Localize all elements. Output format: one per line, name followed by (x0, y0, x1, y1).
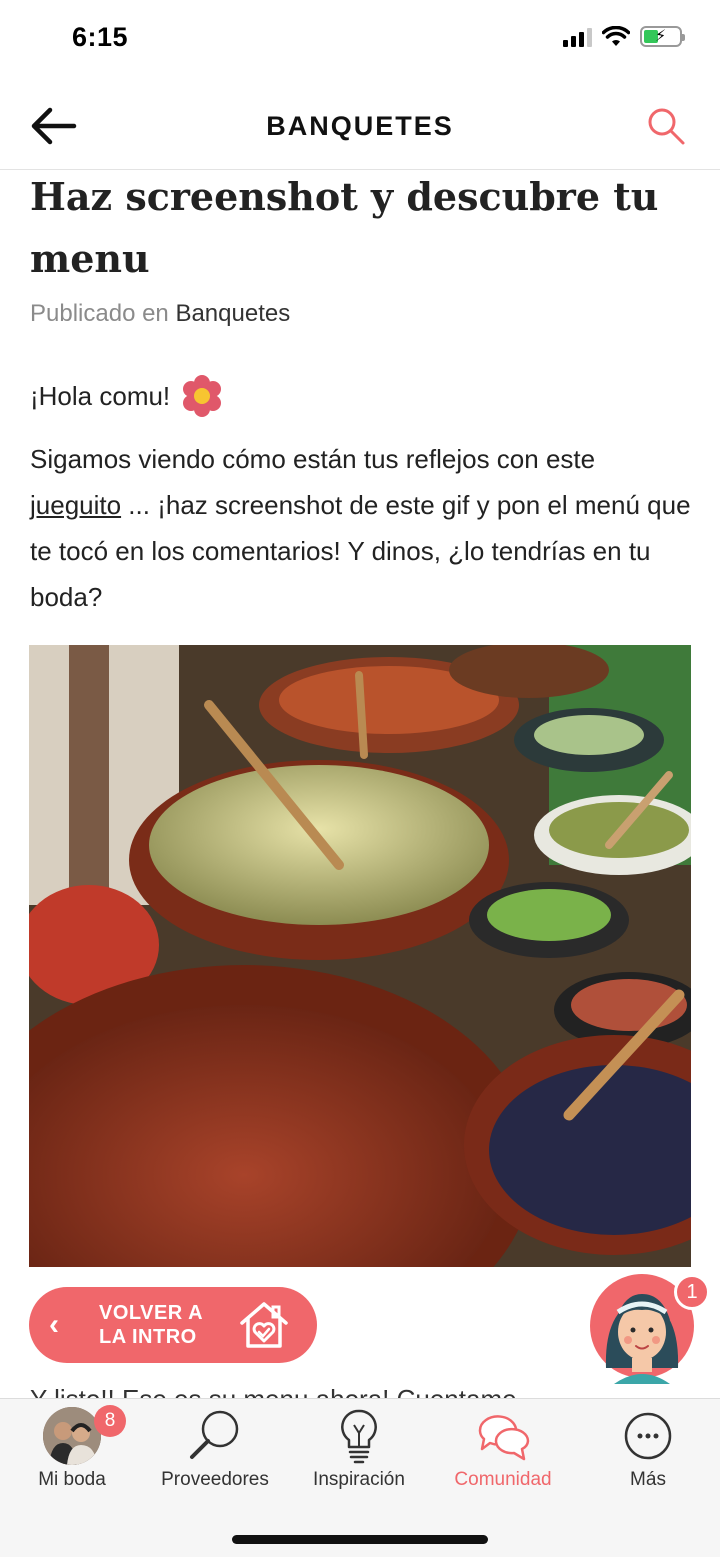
tab-label: Proveedores (161, 1469, 269, 1490)
published-in: Publicado en Banquetes (30, 300, 692, 328)
article: Haz screenshot y descubre tu menu Public… (30, 170, 692, 620)
tab-comunidad[interactable]: Comunidad (433, 1407, 573, 1497)
tab-proveedores[interactable]: Proveedores (145, 1407, 285, 1497)
battery-icon: ⚡ (640, 26, 685, 47)
search-icon[interactable] (646, 106, 686, 146)
greeting: ¡Hola comu! (30, 374, 692, 418)
tab-mi-boda[interactable]: 8 Mi boda (2, 1405, 142, 1497)
chevron-left-icon: ‹ (49, 1308, 59, 1341)
published-prefix: Publicado en (30, 300, 169, 327)
tab-inspiracion[interactable]: Inspiración (289, 1407, 429, 1497)
tab-label: Inspiración (313, 1469, 405, 1490)
article-title: Haz screenshot y descubre tu menu (30, 174, 659, 281)
tab-label: Más (630, 1469, 666, 1490)
magnifier-icon (190, 1410, 239, 1459)
app-header: BANQUETES (0, 80, 720, 170)
mi-boda-badge: 8 (94, 1405, 126, 1437)
chat-bubbles-icon (478, 1415, 530, 1461)
status-bar: 6:15 ⚡ (0, 0, 720, 80)
food-gif-image (29, 645, 691, 1267)
profile-avatar (43, 1407, 101, 1465)
tab-mas[interactable]: Más (578, 1407, 718, 1497)
article-body: Sigamos viendo cómo están tus reflejos c… (30, 444, 691, 612)
lightbulb-icon (341, 1409, 377, 1464)
assistant-notification-badge: 1 (674, 1274, 710, 1310)
wifi-icon (602, 26, 630, 46)
cellular-signal-icon (563, 27, 592, 47)
home-indicator (232, 1535, 488, 1544)
more-dots-icon (624, 1412, 672, 1460)
volver-intro-button[interactable]: ‹ VOLVER A LA INTRO (29, 1287, 317, 1363)
status-time: 6:15 (72, 22, 129, 52)
house-heart-icon (240, 1302, 288, 1348)
status-icons: ⚡ (563, 26, 685, 47)
volver-label: VOLVER A LA INTRO (99, 1302, 204, 1348)
jueguito-link[interactable]: jueguito (30, 490, 121, 520)
tab-label: Mi boda (38, 1469, 106, 1490)
tab-label: Comunidad (454, 1469, 552, 1490)
greeting-text: ¡Hola comu! (30, 380, 171, 411)
published-category-link[interactable]: Banquetes (175, 300, 290, 327)
page-title: BANQUETES (266, 111, 454, 141)
bottom-tab-bar: 8 Mi boda Proveedores Inspiración Comuni… (0, 1398, 720, 1557)
flower-icon (183, 375, 222, 417)
